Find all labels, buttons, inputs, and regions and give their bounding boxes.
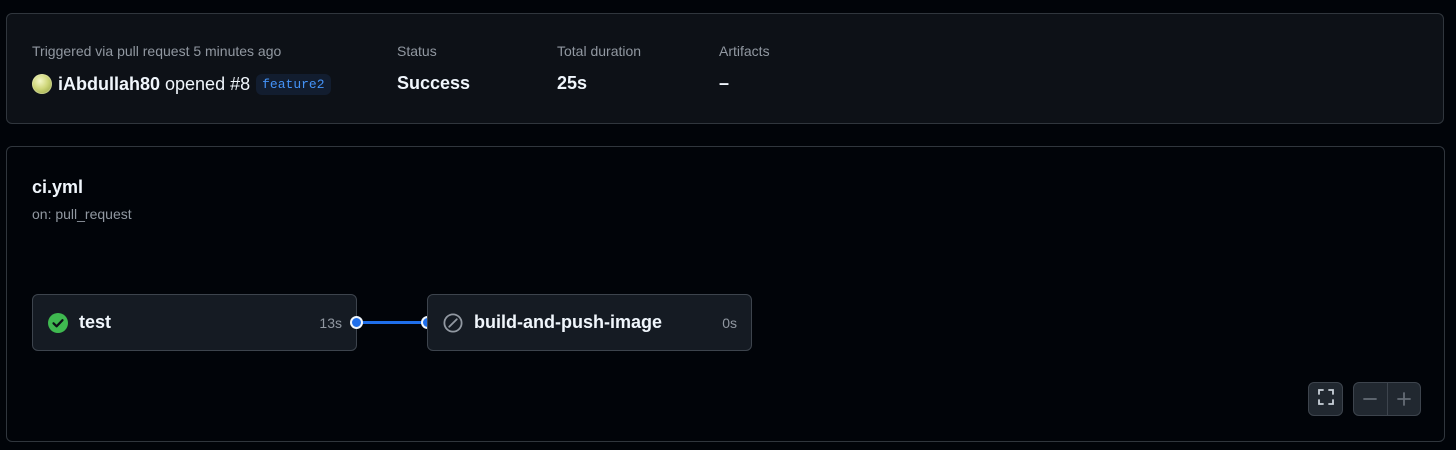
artifacts-value: – — [719, 73, 730, 93]
status-value: Success — [397, 73, 471, 93]
zoom-in-button[interactable] — [1386, 383, 1421, 415]
skip-icon — [442, 312, 464, 334]
workflow-file-name[interactable]: ci.yml — [32, 177, 83, 198]
trigger-action: opened — [165, 73, 226, 94]
zoom-controls — [1353, 382, 1421, 416]
job-duration: 13s — [319, 314, 342, 331]
run-summary-card: Triggered via pull request 5 minutes ago… — [6, 13, 1444, 124]
avatar[interactable] — [32, 74, 52, 94]
workflow-trigger: on: pull_request — [32, 206, 132, 222]
job-name: build-and-push-image — [474, 312, 662, 332]
check-circle-icon — [47, 312, 69, 334]
actor-link[interactable]: iAbdullah80 — [58, 74, 160, 95]
trigger-label: Triggered via pull request 5 minutes ago — [32, 43, 282, 59]
artifacts-label: Artifacts — [719, 43, 770, 59]
job-name: test — [79, 312, 112, 332]
fullscreen-icon — [1317, 388, 1335, 411]
job-connector — [356, 321, 428, 324]
zoom-out-button[interactable] — [1354, 383, 1387, 415]
job-test[interactable]: test 13s — [32, 294, 357, 351]
zoom-in-icon — [1396, 392, 1411, 406]
zoom-out-icon — [1363, 398, 1378, 400]
job-duration: 0s — [722, 314, 737, 331]
status-label: Status — [397, 43, 437, 59]
branch-label[interactable]: feature2 — [256, 73, 331, 95]
connector-dot-out — [350, 316, 363, 329]
trigger-details: iAbdullah80 opened #8 feature2 — [32, 72, 331, 96]
workflow-graph: ci.yml on: pull_request test 13s build-a… — [6, 146, 1445, 442]
job-build-and-push-image[interactable]: build-and-push-image 0s — [427, 294, 752, 351]
duration-value: 25s — [557, 73, 588, 93]
pull-request-link[interactable]: #8 — [230, 74, 250, 95]
fullscreen-button[interactable] — [1308, 382, 1343, 416]
duration-label: Total duration — [557, 43, 642, 59]
